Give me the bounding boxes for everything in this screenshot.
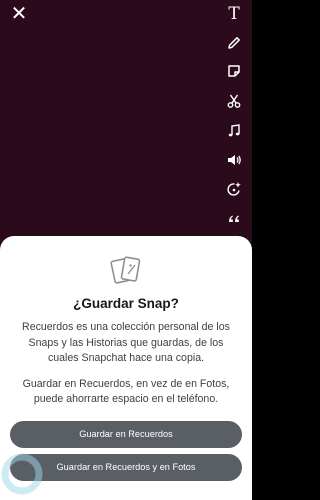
text-icon: T bbox=[228, 4, 240, 24]
pencil-icon bbox=[228, 37, 240, 49]
close-icon: ✕ bbox=[10, 3, 28, 25]
scissors-icon bbox=[227, 94, 241, 108]
sticker-icon bbox=[228, 65, 240, 77]
music-icon bbox=[228, 124, 240, 137]
save-to-memories-button[interactable]: Guardar en Recuerdos bbox=[10, 421, 242, 448]
magic-icon bbox=[227, 182, 241, 196]
magic-tool-button[interactable] bbox=[220, 177, 248, 201]
dialog-title: ¿Guardar Snap? bbox=[73, 296, 179, 311]
dialog-body-paragraph-1: Recuerdos es una colección personal de l… bbox=[22, 321, 230, 364]
sound-tool-button[interactable] bbox=[220, 148, 248, 172]
sound-icon bbox=[228, 155, 241, 165]
dialog-description: Recuerdos es una colección personal de l… bbox=[18, 320, 234, 408]
scissors-tool-button[interactable] bbox=[220, 89, 248, 113]
close-button[interactable]: ✕ bbox=[8, 3, 30, 25]
save-snap-sheet: ¿Guardar Snap? Recuerdos es una colecció… bbox=[0, 236, 252, 500]
music-tool-button[interactable] bbox=[220, 119, 248, 143]
dialog-body-paragraph-2: Guardar en Recuerdos, en vez de en Fotos… bbox=[22, 377, 230, 406]
sticker-tool-button[interactable] bbox=[220, 59, 248, 83]
snap-card-icon bbox=[110, 256, 141, 284]
pencil-tool-button[interactable] bbox=[220, 31, 248, 55]
quote-icon bbox=[229, 215, 239, 222]
quote-tool-button[interactable] bbox=[220, 207, 248, 231]
text-tool-button[interactable]: T bbox=[220, 2, 248, 26]
save-to-memories-and-photos-button[interactable]: Guardar en Recuerdos y en Fotos bbox=[10, 454, 242, 481]
